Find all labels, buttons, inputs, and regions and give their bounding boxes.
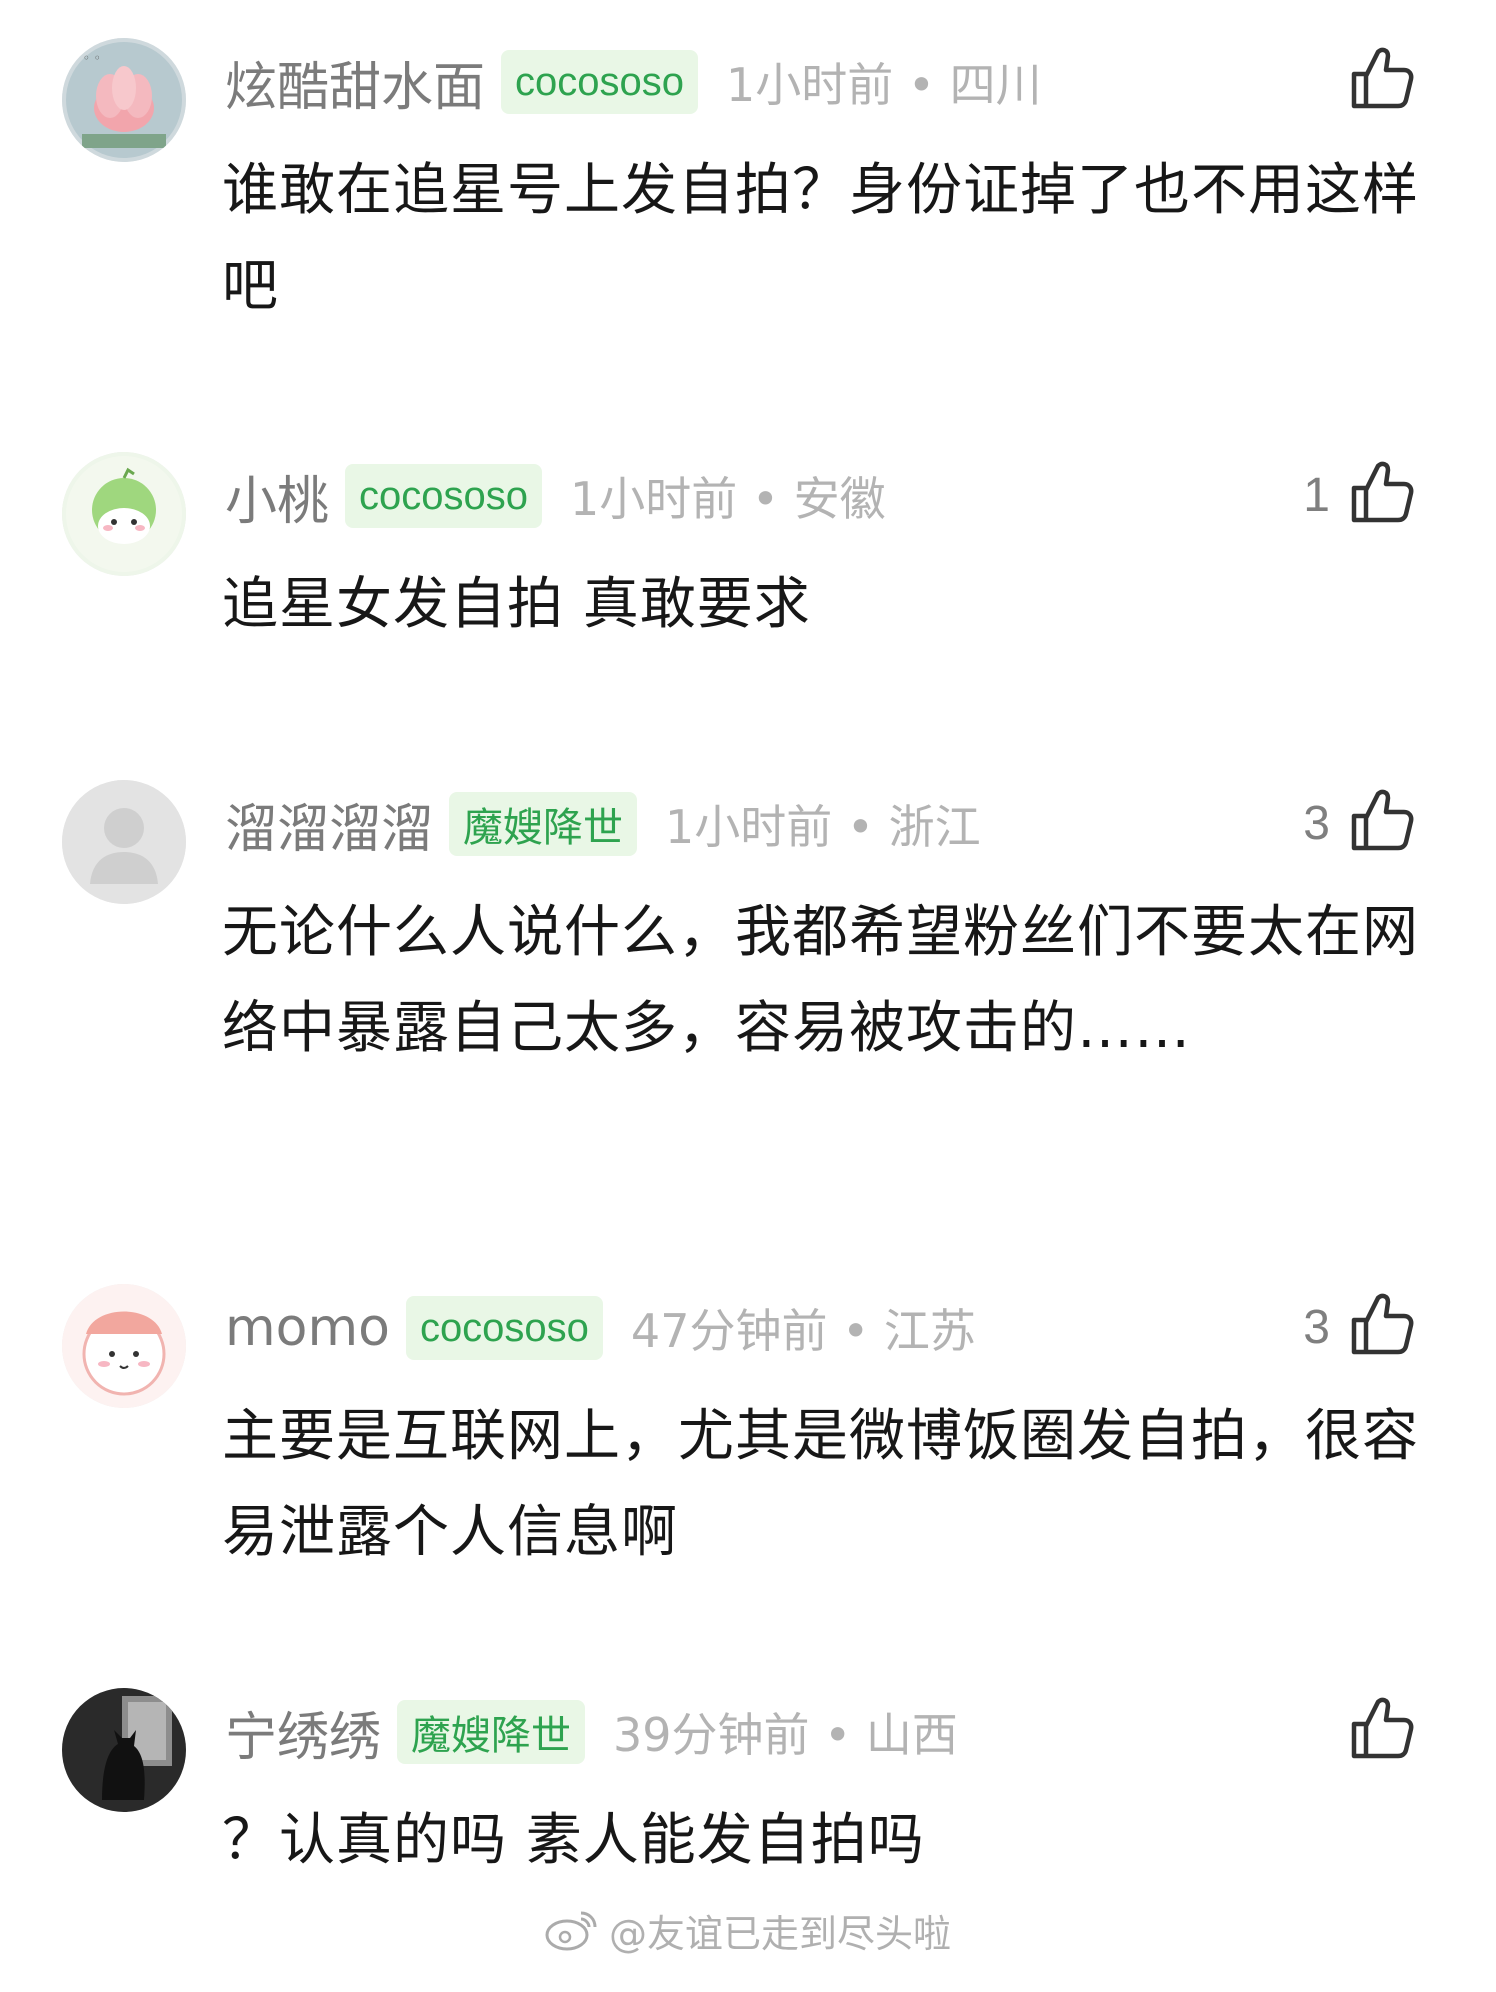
like-button[interactable] bbox=[1344, 784, 1416, 856]
username[interactable]: 宁绣绣 bbox=[225, 1695, 381, 1770]
fan-badge[interactable]: 魔嫂降世 bbox=[397, 1700, 586, 1764]
comment-text: 无论什么人说什么，我都希望粉丝们不要太在网络中暴露自己太多，容易被攻击的…… bbox=[222, 900, 1419, 1061]
thumbs-up-icon bbox=[1351, 1697, 1414, 1759]
cartoon-pink-avatar-image bbox=[62, 1284, 186, 1408]
avatar[interactable]: ◦ ◦ ◦ bbox=[62, 38, 186, 162]
timestamp-location: 47分钟前 • 江苏 bbox=[630, 1304, 976, 1358]
comment-text: 谁敢在追星号上发自拍？身份证掉了也不用这样吧 bbox=[222, 158, 1419, 319]
like-count: 3 bbox=[1303, 797, 1330, 850]
like-button[interactable] bbox=[1344, 456, 1416, 528]
thumbs-up-icon bbox=[1351, 47, 1414, 109]
thumbs-up-icon bbox=[1351, 1293, 1414, 1355]
like-count: 3 bbox=[1303, 1301, 1330, 1354]
username[interactable]: 溜溜溜溜 bbox=[225, 787, 433, 862]
comment-header: 炫酷甜水面 cocososo 1小时前 • 四川 bbox=[225, 46, 1042, 118]
avatar[interactable] bbox=[62, 1688, 186, 1812]
thumbs-up-icon bbox=[1351, 789, 1414, 851]
timestamp-location: 1小时前 • 安徽 bbox=[570, 472, 886, 526]
username[interactable]: 炫酷甜水面 bbox=[225, 45, 485, 120]
fan-badge[interactable]: cocososo bbox=[501, 50, 698, 114]
watermark: @友谊已走到尽头啦 bbox=[0, 1900, 1496, 1960]
weibo-logo-icon bbox=[545, 1911, 597, 1951]
default-user-avatar-image bbox=[62, 780, 186, 904]
watermark-text: @友谊已走到尽头啦 bbox=[608, 1911, 951, 1956]
avatar[interactable] bbox=[62, 452, 186, 576]
username[interactable]: 小桃 bbox=[225, 459, 329, 534]
comment-header: 小桃 cocososo 1小时前 • 安徽 bbox=[225, 460, 886, 532]
thumbs-up-icon bbox=[1351, 461, 1414, 523]
fan-badge[interactable]: cocososo bbox=[405, 1296, 603, 1360]
like-button[interactable] bbox=[1344, 1288, 1416, 1360]
like-button[interactable] bbox=[1344, 42, 1416, 114]
fan-badge[interactable]: cocososo bbox=[345, 464, 542, 528]
comment-text: 主要是互联网上，尤其是微博饭圈发自拍，很容易泄露个人信息啊 bbox=[222, 1404, 1419, 1565]
comment-header: momo cocososo 47分钟前 • 江苏 bbox=[225, 1292, 976, 1364]
svg-text:◦ ◦ ◦: ◦ ◦ ◦ bbox=[72, 51, 101, 65]
comment-text: 追星女发自拍 真敢要求 bbox=[222, 572, 811, 637]
timestamp-location: 39分钟前 • 山西 bbox=[613, 1708, 958, 1762]
avatar[interactable] bbox=[62, 1284, 186, 1408]
lotus-avatar-image: ◦ ◦ ◦ bbox=[62, 38, 186, 162]
comment-header: 溜溜溜溜 魔嫂降世 1小时前 • 浙江 bbox=[225, 788, 981, 860]
username[interactable]: momo bbox=[225, 1298, 390, 1358]
timestamp-location: 1小时前 • 浙江 bbox=[665, 800, 981, 854]
avatar[interactable] bbox=[62, 780, 186, 904]
like-button[interactable] bbox=[1344, 1692, 1416, 1764]
fan-badge[interactable]: 魔嫂降世 bbox=[449, 792, 638, 856]
cartoon-peach-avatar-image bbox=[62, 452, 186, 576]
cat-silhouette-avatar-image bbox=[62, 1688, 186, 1812]
like-count: 1 bbox=[1303, 469, 1330, 522]
comment-text: ？认真的吗 素人能发自拍吗 bbox=[222, 1808, 925, 1873]
comment-header: 宁绣绣 魔嫂降世 39分钟前 • 山西 bbox=[225, 1696, 958, 1768]
timestamp-location: 1小时前 • 四川 bbox=[726, 58, 1042, 112]
